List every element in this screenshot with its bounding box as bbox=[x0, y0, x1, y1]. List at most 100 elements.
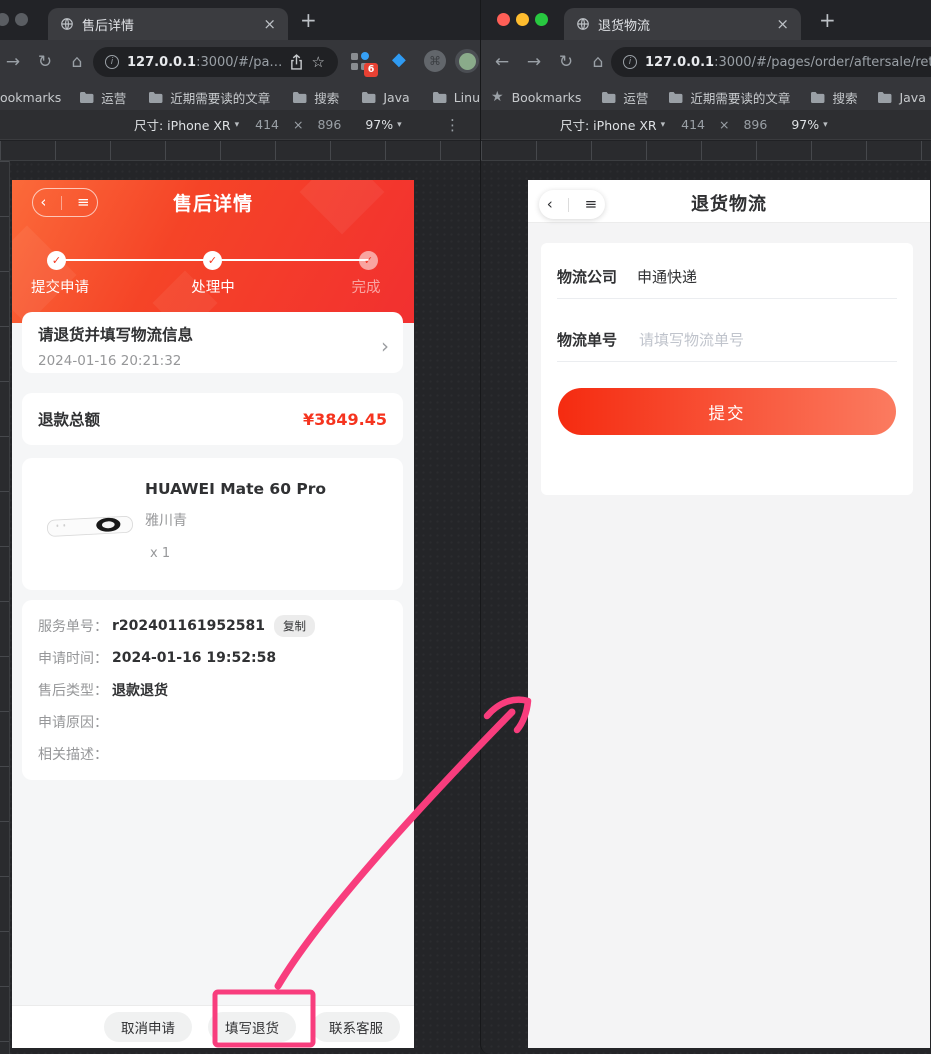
dropdown-caret-icon: ▾ bbox=[397, 120, 402, 130]
step-label: 处理中 bbox=[158, 276, 268, 297]
bookmark-folder[interactable]: 搜索 bbox=[810, 88, 857, 107]
company-row[interactable]: 物流公司 申通快递 bbox=[557, 255, 897, 299]
traffic-light-icon[interactable] bbox=[0, 13, 9, 26]
copy-button[interactable]: 复制 bbox=[274, 615, 315, 637]
browser-window-right: 退货物流 × + ← → ↻ ⌂ i 127.0.0.1:3000/#/page… bbox=[480, 0, 931, 1054]
viewport-height[interactable]: 896 bbox=[743, 117, 767, 132]
globe-icon bbox=[60, 17, 74, 31]
device-size-select[interactable]: 尺寸: iPhone XR bbox=[134, 115, 231, 134]
bookmark-folder-label: 运营 bbox=[101, 88, 126, 107]
product-card[interactable]: HUAWEI Mate 60 Pro 雅川青 x 1 bbox=[22, 458, 403, 590]
step-check-icon: ✓ bbox=[47, 251, 66, 270]
more-options-icon[interactable]: ⋮ bbox=[445, 116, 460, 134]
detail-row: 申请原因： bbox=[38, 706, 387, 738]
minimize-window-icon[interactable] bbox=[516, 13, 529, 26]
close-tab-icon[interactable]: × bbox=[776, 15, 789, 33]
folder-icon bbox=[148, 91, 163, 104]
bookmark-star-icon[interactable]: ☆ bbox=[311, 53, 324, 71]
site-info-icon[interactable]: i bbox=[623, 55, 637, 69]
tab-strip: 退货物流 × + bbox=[481, 0, 931, 40]
share-icon[interactable] bbox=[290, 54, 303, 70]
aftersale-header: ‹ ≡ 售后详情 ✓ ✓ ✓ 提交申请 处理中 完成 bbox=[12, 180, 414, 323]
viewport-height[interactable]: 896 bbox=[317, 117, 341, 132]
times-icon: × bbox=[719, 117, 729, 132]
cancel-apply-button[interactable]: 取消申请 bbox=[104, 1012, 192, 1042]
bookmark-folder[interactable]: 运营 bbox=[601, 88, 648, 107]
zoom-level-select[interactable]: 97% bbox=[365, 117, 393, 132]
bookmark-folder[interactable]: Linux bbox=[432, 90, 480, 105]
folder-icon bbox=[668, 91, 683, 104]
close-tab-icon[interactable]: × bbox=[263, 15, 276, 33]
bookmark-folder[interactable]: 近期需要读的文章 bbox=[668, 88, 790, 107]
bookmarks-label[interactable]: Bookmarks bbox=[512, 90, 582, 105]
tab-aftersale-detail[interactable]: 售后详情 × bbox=[48, 8, 288, 40]
address-bar[interactable]: i 127.0.0.1:3000/#/pages/order/aftersale… bbox=[611, 47, 931, 77]
home-icon[interactable]: ⌂ bbox=[66, 51, 88, 73]
fill-return-button[interactable]: 填写退货 bbox=[208, 1012, 296, 1042]
url-text: 127.0.0.1:3000/#/pa… bbox=[127, 55, 282, 70]
bookmark-folder[interactable]: Java bbox=[361, 90, 409, 105]
detail-value: 2024-01-16 19:52:58 bbox=[112, 650, 276, 666]
bookmarks-star-icon: ★ bbox=[491, 89, 504, 105]
browser-window-left: 售后详情 × + → ↻ ⌂ i 127.0.0.1:3000/#/pa… ☆ … bbox=[0, 0, 480, 1054]
reload-icon[interactable]: ↻ bbox=[34, 51, 56, 73]
logistics-header: ‹ ≡ 退货物流 bbox=[528, 180, 930, 223]
viewport-width[interactable]: 414 bbox=[681, 117, 705, 132]
url-path: :3000/#/pa… bbox=[196, 55, 282, 70]
reload-icon[interactable]: ↻ bbox=[555, 51, 577, 73]
times-icon: × bbox=[293, 117, 303, 132]
refund-amount: ¥3849.45 bbox=[303, 410, 387, 429]
return-logistics-page: ‹ ≡ 退货物流 物流公司 申通快递 物流单号 提交 bbox=[528, 180, 930, 1048]
tracking-number-input[interactable] bbox=[637, 330, 897, 350]
notice-title: 请退货并填写物流信息 bbox=[38, 323, 387, 345]
product-variant: 雅川青 bbox=[145, 510, 187, 530]
site-info-icon[interactable]: i bbox=[105, 55, 119, 69]
zoom-window-icon[interactable] bbox=[535, 13, 548, 26]
detail-label: 服务单号： bbox=[38, 616, 108, 636]
folder-icon bbox=[361, 91, 376, 104]
folder-icon bbox=[432, 91, 447, 104]
forward-icon[interactable]: → bbox=[523, 51, 545, 73]
traffic-light-icon[interactable] bbox=[15, 13, 28, 26]
new-tab-button[interactable]: + bbox=[819, 8, 836, 32]
devtools-ruler-horizontal bbox=[481, 141, 931, 161]
dropdown-caret-icon: ▾ bbox=[661, 120, 666, 130]
bookmark-folder-label: Java bbox=[383, 90, 409, 105]
bookmarks-label[interactable]: ookmarks bbox=[0, 90, 61, 105]
chevron-right-icon[interactable]: › bbox=[381, 334, 389, 358]
browser-toolbar: → ↻ ⌂ i 127.0.0.1:3000/#/pa… ☆ 6 ◆ ⌘ bbox=[0, 40, 480, 84]
aftersale-detail-page: ‹ ≡ 售后详情 ✓ ✓ ✓ 提交申请 处理中 完成 请退货并填写物流信息 20… bbox=[12, 180, 414, 1048]
viewport-width[interactable]: 414 bbox=[255, 117, 279, 132]
tab-return-logistics[interactable]: 退货物流 × bbox=[564, 8, 801, 40]
bookmark-folder[interactable]: Java bbox=[877, 90, 925, 105]
product-image bbox=[44, 498, 136, 550]
notice-card[interactable]: 请退货并填写物流信息 2024-01-16 20:21:32 › bbox=[22, 312, 403, 373]
extension-icon[interactable]: 6 bbox=[350, 50, 374, 74]
detail-row: 售后类型： 退款退货 bbox=[38, 674, 387, 706]
folder-icon bbox=[292, 91, 307, 104]
device-size-select[interactable]: 尺寸: iPhone XR bbox=[560, 115, 657, 134]
bookmark-folder[interactable]: 运营 bbox=[79, 88, 126, 107]
submit-button[interactable]: 提交 bbox=[558, 388, 896, 435]
home-icon[interactable]: ⌂ bbox=[587, 51, 609, 73]
bookmark-folder[interactable]: 搜索 bbox=[292, 88, 339, 107]
forward-icon[interactable]: → bbox=[2, 51, 24, 73]
back-icon[interactable]: ← bbox=[491, 51, 513, 73]
product-quantity: x 1 bbox=[150, 546, 170, 561]
zoom-level-select[interactable]: 97% bbox=[791, 117, 819, 132]
folder-icon bbox=[601, 91, 616, 104]
company-value[interactable]: 申通快递 bbox=[637, 266, 697, 287]
browser-toolbar: ← → ↻ ⌂ i 127.0.0.1:3000/#/pages/order/a… bbox=[481, 40, 931, 84]
close-window-icon[interactable] bbox=[497, 13, 510, 26]
bookmark-folder[interactable]: 近期需要读的文章 bbox=[148, 88, 270, 107]
contact-service-button[interactable]: 联系客服 bbox=[312, 1012, 400, 1042]
devtools-ruler-vertical bbox=[0, 161, 10, 1054]
new-tab-button[interactable]: + bbox=[300, 8, 317, 32]
detail-label: 售后类型： bbox=[38, 680, 108, 700]
globe-icon bbox=[576, 17, 590, 31]
profile-avatar[interactable] bbox=[455, 49, 479, 73]
address-bar[interactable]: i 127.0.0.1:3000/#/pa… ☆ bbox=[93, 47, 338, 77]
tab-title: 售后详情 bbox=[82, 15, 255, 34]
extension-circle-icon[interactable]: ⌘ bbox=[424, 50, 446, 72]
gem-extension-icon[interactable]: ◆ bbox=[392, 51, 406, 69]
